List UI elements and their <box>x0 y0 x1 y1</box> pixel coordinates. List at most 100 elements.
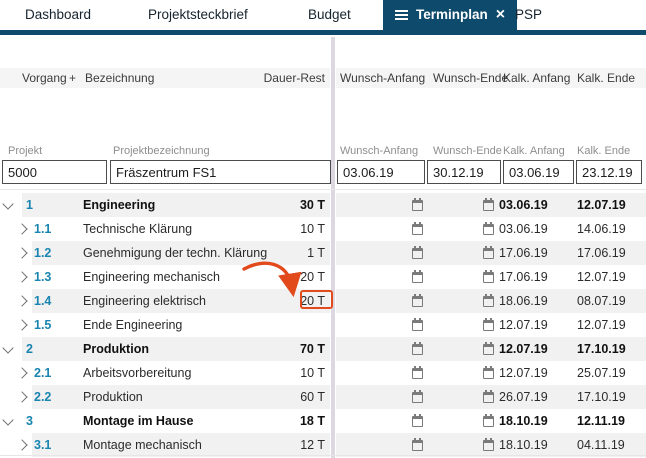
tab-budget[interactable]: Budget <box>308 0 351 30</box>
task-name: Produktion <box>83 390 143 404</box>
expander-chevron-down-icon[interactable] <box>2 414 14 426</box>
calendar-icon[interactable] <box>483 222 494 235</box>
calendar-icon[interactable] <box>483 366 494 379</box>
calendar-icon[interactable] <box>412 318 423 331</box>
calendar-icon[interactable] <box>412 222 423 235</box>
col-header-kalk-anfang[interactable]: Kalk. Anfang <box>503 68 570 88</box>
expander-chevron-right-icon[interactable] <box>16 223 28 235</box>
filter-divider-line <box>0 189 646 190</box>
expander-chevron-right-icon[interactable] <box>16 247 28 259</box>
calendar-icon[interactable] <box>412 366 423 379</box>
col-header-wunsch-ende[interactable]: Wunsch-Ende <box>433 68 508 88</box>
expander-chevron-down-icon[interactable] <box>2 342 14 354</box>
kalk-anfang-input[interactable] <box>503 160 574 184</box>
calendar-icon[interactable] <box>412 294 423 307</box>
task-row[interactable]: 2 Produktion 70 T 12.07.19 17.10.19 <box>0 337 646 361</box>
calendar-icon[interactable] <box>483 414 494 427</box>
task-name: Engineering elektrisch <box>83 294 206 308</box>
task-kalk-anfang: 12.07.19 <box>499 342 548 356</box>
calendar-icon[interactable] <box>412 246 423 259</box>
calendar-icon[interactable] <box>412 414 423 427</box>
task-number: 1 <box>26 198 33 212</box>
expander-chevron-right-icon[interactable] <box>16 319 28 331</box>
calendar-icon[interactable] <box>412 438 423 451</box>
col-header-bezeichnung[interactable]: Bezeichnung <box>85 68 154 88</box>
task-kalk-anfang: 17.06.19 <box>499 246 548 260</box>
task-row[interactable]: 1.3 Engineering mechanisch 20 T 17.06.19… <box>0 265 646 289</box>
calendar-icon[interactable] <box>483 246 494 259</box>
col-header-kalk-ende[interactable]: Kalk. Ende <box>577 68 635 88</box>
calendar-icon[interactable] <box>483 438 494 451</box>
label-projektbezeichnung: Projektbezeichnung <box>113 145 210 157</box>
projekt-input[interactable] <box>2 160 107 184</box>
active-tab-underline <box>0 30 646 35</box>
task-name: Montage mechanisch <box>83 438 202 452</box>
task-kalk-anfang: 12.07.19 <box>499 366 548 380</box>
task-name: Engineering <box>83 198 156 212</box>
task-kalk-ende: 12.07.19 <box>577 270 626 284</box>
label-projekt: Projekt <box>8 145 43 157</box>
calendar-icon[interactable] <box>412 198 423 211</box>
label-kalk-ende: Kalk. Ende <box>577 145 631 157</box>
task-row[interactable]: 3 Montage im Hause 18 T 18.10.19 12.11.1… <box>0 409 646 433</box>
calendar-icon[interactable] <box>412 270 423 283</box>
plus-icon[interactable]: + <box>69 68 76 88</box>
task-row[interactable]: 1.5 Ende Engineering 12.07.19 12.07.19 <box>0 313 646 337</box>
task-number: 1.1 <box>34 222 52 236</box>
task-number: 2.1 <box>34 366 52 380</box>
task-name: Engineering mechanisch <box>83 270 220 284</box>
task-kalk-ende: 12.07.19 <box>577 198 626 212</box>
expander-chevron-right-icon[interactable] <box>16 295 28 307</box>
tab-bar: Dashboard Projektsteckbrief Budget Termi… <box>0 0 646 30</box>
task-row[interactable]: 3.1 Montage mechanisch 12 T 18.10.19 04.… <box>0 433 646 457</box>
calendar-icon[interactable] <box>483 270 494 283</box>
expander-chevron-right-icon[interactable] <box>16 391 28 403</box>
col-header-vorgang[interactable]: Vorgang <box>22 68 67 88</box>
task-kalk-ende: 17.10.19 <box>577 342 626 356</box>
task-row[interactable]: 1.1 Technische Klärung 10 T 03.06.19 14.… <box>0 217 646 241</box>
task-row[interactable]: 1.2 Genehmigung der techn. Klärung 1 T 1… <box>0 241 646 265</box>
tab-dashboard[interactable]: Dashboard <box>25 0 91 30</box>
task-name: Produktion <box>83 342 149 356</box>
task-number: 1.4 <box>34 294 52 308</box>
calendar-icon[interactable] <box>412 342 423 355</box>
kalk-ende-input[interactable] <box>576 160 642 184</box>
calendar-icon[interactable] <box>483 390 494 403</box>
calendar-icon[interactable] <box>483 198 494 211</box>
annotation-highlight-box <box>300 290 333 309</box>
close-tab-icon[interactable]: × <box>496 1 505 29</box>
task-row[interactable]: 1.4 Engineering elektrisch 20 T 18.06.19… <box>0 289 646 313</box>
task-table-rows: 1 Engineering 30 T 03.06.19 12.07.19 1.1… <box>0 193 646 457</box>
calendar-icon[interactable] <box>483 342 494 355</box>
label-kalk-anfang: Kalk. Anfang <box>503 145 565 157</box>
task-number: 3.1 <box>34 438 52 452</box>
task-duration: 60 T <box>300 390 325 404</box>
task-row[interactable]: 1 Engineering 30 T 03.06.19 12.07.19 <box>0 193 646 217</box>
task-row[interactable]: 2.2 Produktion 60 T 26.07.19 17.10.19 <box>0 385 646 409</box>
task-number: 3 <box>26 414 33 428</box>
tab-projektsteckbrief[interactable]: Projektsteckbrief <box>148 0 248 30</box>
task-number: 1.5 <box>34 318 52 332</box>
expander-chevron-right-icon[interactable] <box>16 271 28 283</box>
tab-psp[interactable]: PSP <box>515 0 542 30</box>
col-header-wunsch-anfang[interactable]: Wunsch-Anfang <box>340 68 425 88</box>
annotation-arrow <box>242 261 302 298</box>
tab-terminplan-active[interactable]: Terminplan × <box>383 0 518 30</box>
expander-chevron-right-icon[interactable] <box>16 439 28 451</box>
task-number: 1.3 <box>34 270 52 284</box>
task-row[interactable]: 2.1 Arbeitsvorbereitung 10 T 12.07.19 25… <box>0 361 646 385</box>
label-wunsch-anfang: Wunsch-Anfang <box>340 145 419 157</box>
calendar-icon[interactable] <box>483 318 494 331</box>
expander-chevron-down-icon[interactable] <box>2 198 14 210</box>
wunsch-ende-input[interactable] <box>427 160 501 184</box>
active-tab-label: Terminplan <box>416 7 488 22</box>
wunsch-anfang-input[interactable] <box>337 160 425 184</box>
task-duration: 70 T <box>299 342 325 356</box>
projektbezeichnung-input[interactable] <box>110 160 331 184</box>
calendar-icon[interactable] <box>483 294 494 307</box>
menu-hamburger-icon[interactable] <box>395 10 408 20</box>
col-header-dauer-rest[interactable]: Dauer-Rest <box>250 68 325 88</box>
expander-chevron-right-icon[interactable] <box>16 367 28 379</box>
task-name: Ende Engineering <box>83 318 183 332</box>
calendar-icon[interactable] <box>412 390 423 403</box>
